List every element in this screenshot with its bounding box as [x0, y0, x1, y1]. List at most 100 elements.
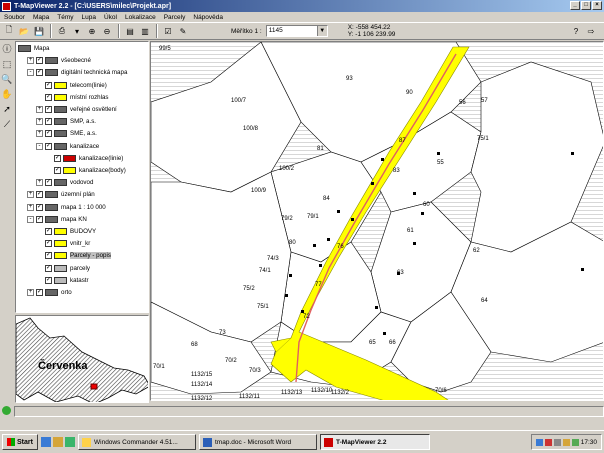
print-icon[interactable]: ⎙: [55, 24, 69, 38]
menu-napoveda[interactable]: Nápověda: [193, 14, 223, 21]
exit-icon[interactable]: ⇨: [584, 24, 598, 38]
layer-item[interactable]: ✓ kanalizace(body): [45, 166, 126, 175]
expand-icon[interactable]: +: [27, 203, 34, 211]
layer-checkbox[interactable]: ✓: [36, 215, 43, 223]
expand-icon[interactable]: +: [27, 191, 34, 199]
zoom-out-icon[interactable]: ⊖: [100, 24, 114, 38]
layer-checkbox[interactable]: ✓: [36, 57, 43, 65]
expand-icon[interactable]: +: [36, 118, 43, 126]
pointer-icon[interactable]: ➚: [1, 103, 13, 116]
expand-icon[interactable]: +: [36, 106, 43, 113]
layer-checkbox[interactable]: ✓: [36, 69, 43, 77]
maximize-button[interactable]: □: [581, 1, 591, 10]
overview-map[interactable]: Červenka: [15, 315, 149, 403]
layer-item[interactable]: + ✓ mapa 1 : 10 000: [27, 203, 106, 212]
layer-item[interactable]: + ✓ SME, a.s.: [36, 129, 97, 138]
layer-checkbox[interactable]: ✓: [54, 154, 61, 162]
scale-select[interactable]: 1145 ▼: [265, 25, 328, 37]
layer-item[interactable]: ✓ Parcely - popis: [36, 251, 111, 260]
zoom-icon[interactable]: 🔍: [1, 73, 13, 86]
menu-parcely[interactable]: Parcely: [164, 14, 186, 21]
layer-item[interactable]: - ✓ mapa KN: [27, 215, 87, 224]
open-folder-icon[interactable]: 📂: [17, 24, 31, 38]
menu-ukol[interactable]: Úkol: [104, 14, 117, 21]
expand-icon[interactable]: +: [36, 130, 43, 138]
task-windows-commander[interactable]: Windows Commander 4.51...: [78, 434, 196, 450]
start-button[interactable]: Start: [2, 434, 38, 450]
layer-checkbox[interactable]: ✓: [36, 191, 43, 199]
expand-icon[interactable]: +: [27, 289, 34, 296]
tray-volume-icon[interactable]: [553, 438, 561, 446]
close-button[interactable]: ×: [592, 1, 602, 10]
layer-item[interactable]: - ✓ digitální technická mapa: [27, 68, 127, 77]
layer-item[interactable]: ✓ telecom(linie): [36, 81, 107, 90]
outlook-icon[interactable]: [65, 437, 75, 447]
layer-checkbox[interactable]: ✓: [45, 252, 52, 260]
collapse-icon[interactable]: -: [27, 215, 34, 223]
layer-item[interactable]: ✓ kanalizace(linie): [45, 154, 123, 163]
layer-checkbox[interactable]: ✓: [54, 167, 61, 174]
layer-checkbox[interactable]: ✓: [45, 142, 52, 150]
layer-checkbox[interactable]: ✓: [45, 276, 52, 284]
minimize-button[interactable]: _: [570, 1, 580, 10]
task-tmapviewer[interactable]: T-MapViewer 2.2: [320, 434, 430, 450]
layer-item[interactable]: + ✓ všeobecné: [27, 56, 91, 65]
tray-app-icon[interactable]: [562, 438, 570, 446]
tools-icon[interactable]: ▥: [138, 24, 152, 38]
layer-item[interactable]: ✓ BUDOVY: [36, 227, 96, 236]
layer-checkbox[interactable]: ✓: [45, 228, 52, 235]
chevron-down-icon[interactable]: ▼: [316, 26, 327, 36]
save-icon[interactable]: 💾: [32, 24, 46, 38]
layer-checkbox[interactable]: ✓: [45, 240, 52, 248]
menu-mapa[interactable]: Mapa: [33, 14, 49, 21]
desktop-icon[interactable]: [41, 437, 51, 447]
pan-hand-icon[interactable]: ✋: [1, 88, 13, 101]
layers-icon[interactable]: ▤: [123, 24, 137, 38]
dropdown-icon[interactable]: ▾: [70, 24, 84, 38]
layer-item[interactable]: ✓ místní rozhlas: [36, 93, 109, 102]
collapse-icon[interactable]: -: [27, 69, 34, 77]
edit-icon[interactable]: ✎: [176, 24, 190, 38]
layer-checkbox[interactable]: ✓: [36, 203, 43, 211]
measure-icon[interactable]: ⟋: [1, 118, 13, 131]
zoom-in-icon[interactable]: ⊕: [85, 24, 99, 38]
layer-item[interactable]: + ✓ SMP, a.s.: [36, 117, 96, 126]
layer-item[interactable]: ✓ vnitr_kr: [36, 239, 90, 248]
layer-item[interactable]: + ✓ orto: [27, 288, 72, 297]
layer-item[interactable]: ✓ katastr: [36, 276, 89, 285]
menu-lupa[interactable]: Lupa: [81, 14, 95, 21]
menu-lokalizace[interactable]: Lokalizace: [125, 14, 156, 21]
collapse-icon[interactable]: -: [36, 142, 43, 150]
layer-checkbox[interactable]: ✓: [45, 93, 52, 101]
new-file-icon[interactable]: 🗋: [2, 24, 16, 38]
clock[interactable]: 17:30: [581, 439, 597, 446]
tray-network-icon[interactable]: [535, 438, 543, 446]
expand-icon[interactable]: +: [36, 179, 43, 187]
menu-temy[interactable]: Témy: [57, 14, 73, 21]
check-icon[interactable]: ☑: [161, 24, 175, 38]
layer-item[interactable]: - ✓ kanalizace: [36, 142, 99, 151]
info-icon[interactable]: ⓘ: [1, 43, 13, 56]
layer-checkbox[interactable]: ✓: [45, 106, 52, 113]
tray-language-icon[interactable]: [544, 438, 552, 446]
layer-checkbox[interactable]: ✓: [45, 118, 52, 126]
help-icon[interactable]: ?: [569, 24, 583, 38]
layer-checkbox[interactable]: ✓: [36, 289, 43, 296]
explorer-icon[interactable]: [53, 437, 63, 447]
layer-checkbox[interactable]: ✓: [45, 130, 52, 138]
title-bar[interactable]: T-MapViewer 2.2 - [C:\USERS\milec\Projek…: [0, 0, 604, 12]
layer-checkbox[interactable]: ✓: [45, 179, 52, 187]
tray-monitor-icon[interactable]: [571, 438, 579, 446]
task-word[interactable]: tmap.doc - Microsoft Word: [199, 434, 317, 450]
layer-checkbox[interactable]: ✓: [45, 264, 52, 272]
layer-item[interactable]: + ✓ územní plán: [27, 190, 95, 199]
layer-item[interactable]: Mapa: [18, 44, 49, 53]
layer-item[interactable]: + ✓ veřejné osvětlení: [36, 105, 117, 114]
select-rectangle-icon[interactable]: ⬚: [1, 58, 13, 71]
menu-soubor[interactable]: Soubor: [4, 14, 25, 21]
layer-item[interactable]: ✓ parcely: [36, 264, 90, 273]
map-canvas[interactable]: 99/5 100/7 100/8 100/9 100/2 93 90 56 57 75/1 87 81…: [150, 41, 604, 401]
expand-icon[interactable]: +: [27, 57, 34, 65]
layer-item[interactable]: + ✓ vodovod: [36, 178, 93, 187]
layer-checkbox[interactable]: ✓: [45, 81, 52, 89]
